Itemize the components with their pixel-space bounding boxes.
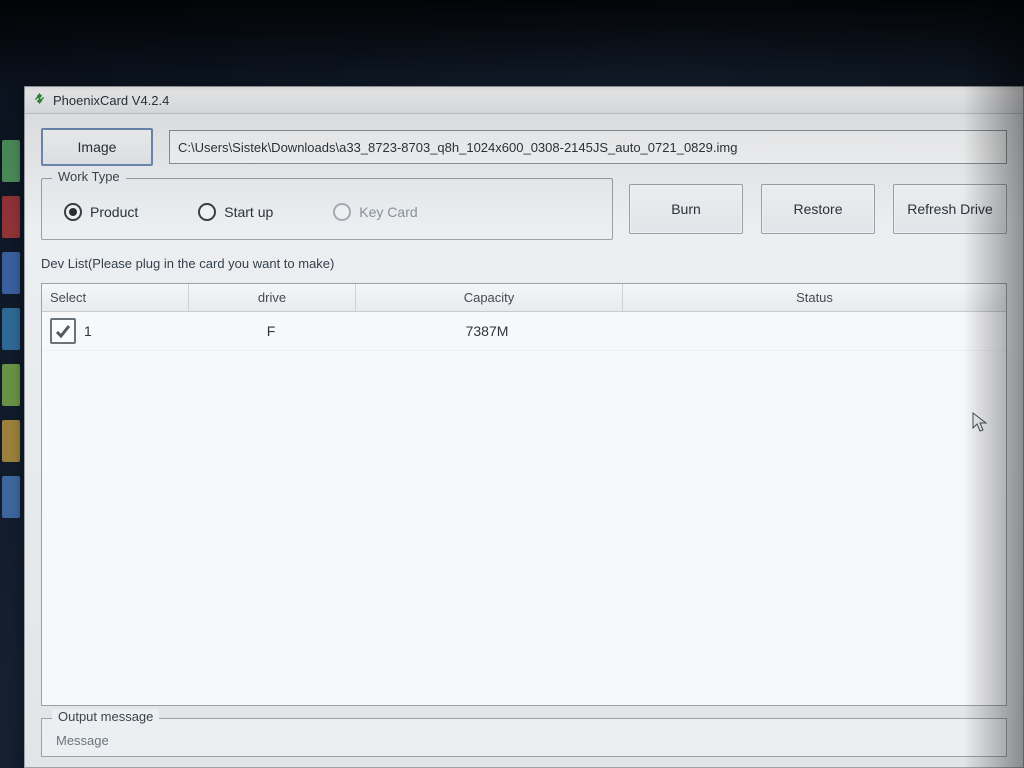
image-path-input[interactable]	[169, 130, 1007, 164]
radio-product[interactable]: Product	[64, 203, 138, 221]
radio-dot-icon	[64, 203, 82, 221]
radio-product-label: Product	[90, 204, 138, 220]
radio-dot-icon	[198, 203, 216, 221]
client-area: Image Work Type Product Start up	[25, 114, 1023, 767]
radio-startup[interactable]: Start up	[198, 203, 273, 221]
window-title: PhoenixCard V4.2.4	[53, 93, 169, 108]
action-buttons: Burn Restore Refresh Drive	[629, 178, 1007, 240]
burn-button[interactable]: Burn	[629, 184, 743, 234]
radio-keycard: Key Card	[333, 203, 417, 221]
radio-keycard-label: Key Card	[359, 204, 417, 220]
worktype-and-actions-row: Work Type Product Start up Key Card	[41, 178, 1007, 240]
devlist-label: Dev List(Please plug in the card you wan…	[41, 256, 1007, 271]
worktype-group: Work Type Product Start up Key Card	[41, 178, 613, 240]
refresh-drive-button[interactable]: Refresh Drive	[893, 184, 1007, 234]
table-row[interactable]: 1 F 7387M	[42, 312, 1006, 351]
col-header-select[interactable]: Select	[42, 284, 189, 311]
titlebar[interactable]: PhoenixCard V4.2.4	[25, 87, 1023, 114]
row-checkbox[interactable]	[50, 318, 76, 344]
row-capacity: 7387M	[354, 317, 620, 345]
radio-startup-label: Start up	[224, 204, 273, 220]
restore-button-label: Restore	[793, 201, 842, 217]
devlist-body[interactable]: 1 F 7387M	[42, 312, 1006, 705]
output-message-header: Message	[52, 731, 996, 750]
phoenixcard-window: PhoenixCard V4.2.4 Image Work Type Produ…	[24, 86, 1024, 768]
devlist-header: Select drive Capacity Status	[42, 284, 1006, 312]
app-icon	[31, 92, 47, 108]
image-button-label: Image	[78, 139, 117, 155]
restore-button[interactable]: Restore	[761, 184, 875, 234]
output-message-group: Output message Message	[41, 718, 1007, 757]
col-header-capacity[interactable]: Capacity	[356, 284, 623, 311]
row-status	[620, 325, 1006, 337]
col-header-drive[interactable]: drive	[189, 284, 356, 311]
worktype-legend: Work Type	[52, 169, 126, 184]
radio-dot-icon	[333, 203, 351, 221]
image-row: Image	[41, 128, 1007, 166]
image-button[interactable]: Image	[41, 128, 153, 166]
row-drive: F	[188, 317, 354, 345]
background-desktop-icons	[0, 140, 26, 700]
output-legend: Output message	[52, 709, 159, 724]
burn-button-label: Burn	[671, 201, 701, 217]
row-index: 1	[84, 323, 92, 339]
refresh-drive-button-label: Refresh Drive	[907, 201, 993, 217]
devlist: Select drive Capacity Status 1	[41, 283, 1007, 706]
col-header-status[interactable]: Status	[623, 284, 1006, 311]
desktop-background: PhoenixCard V4.2.4 Image Work Type Produ…	[0, 0, 1024, 768]
